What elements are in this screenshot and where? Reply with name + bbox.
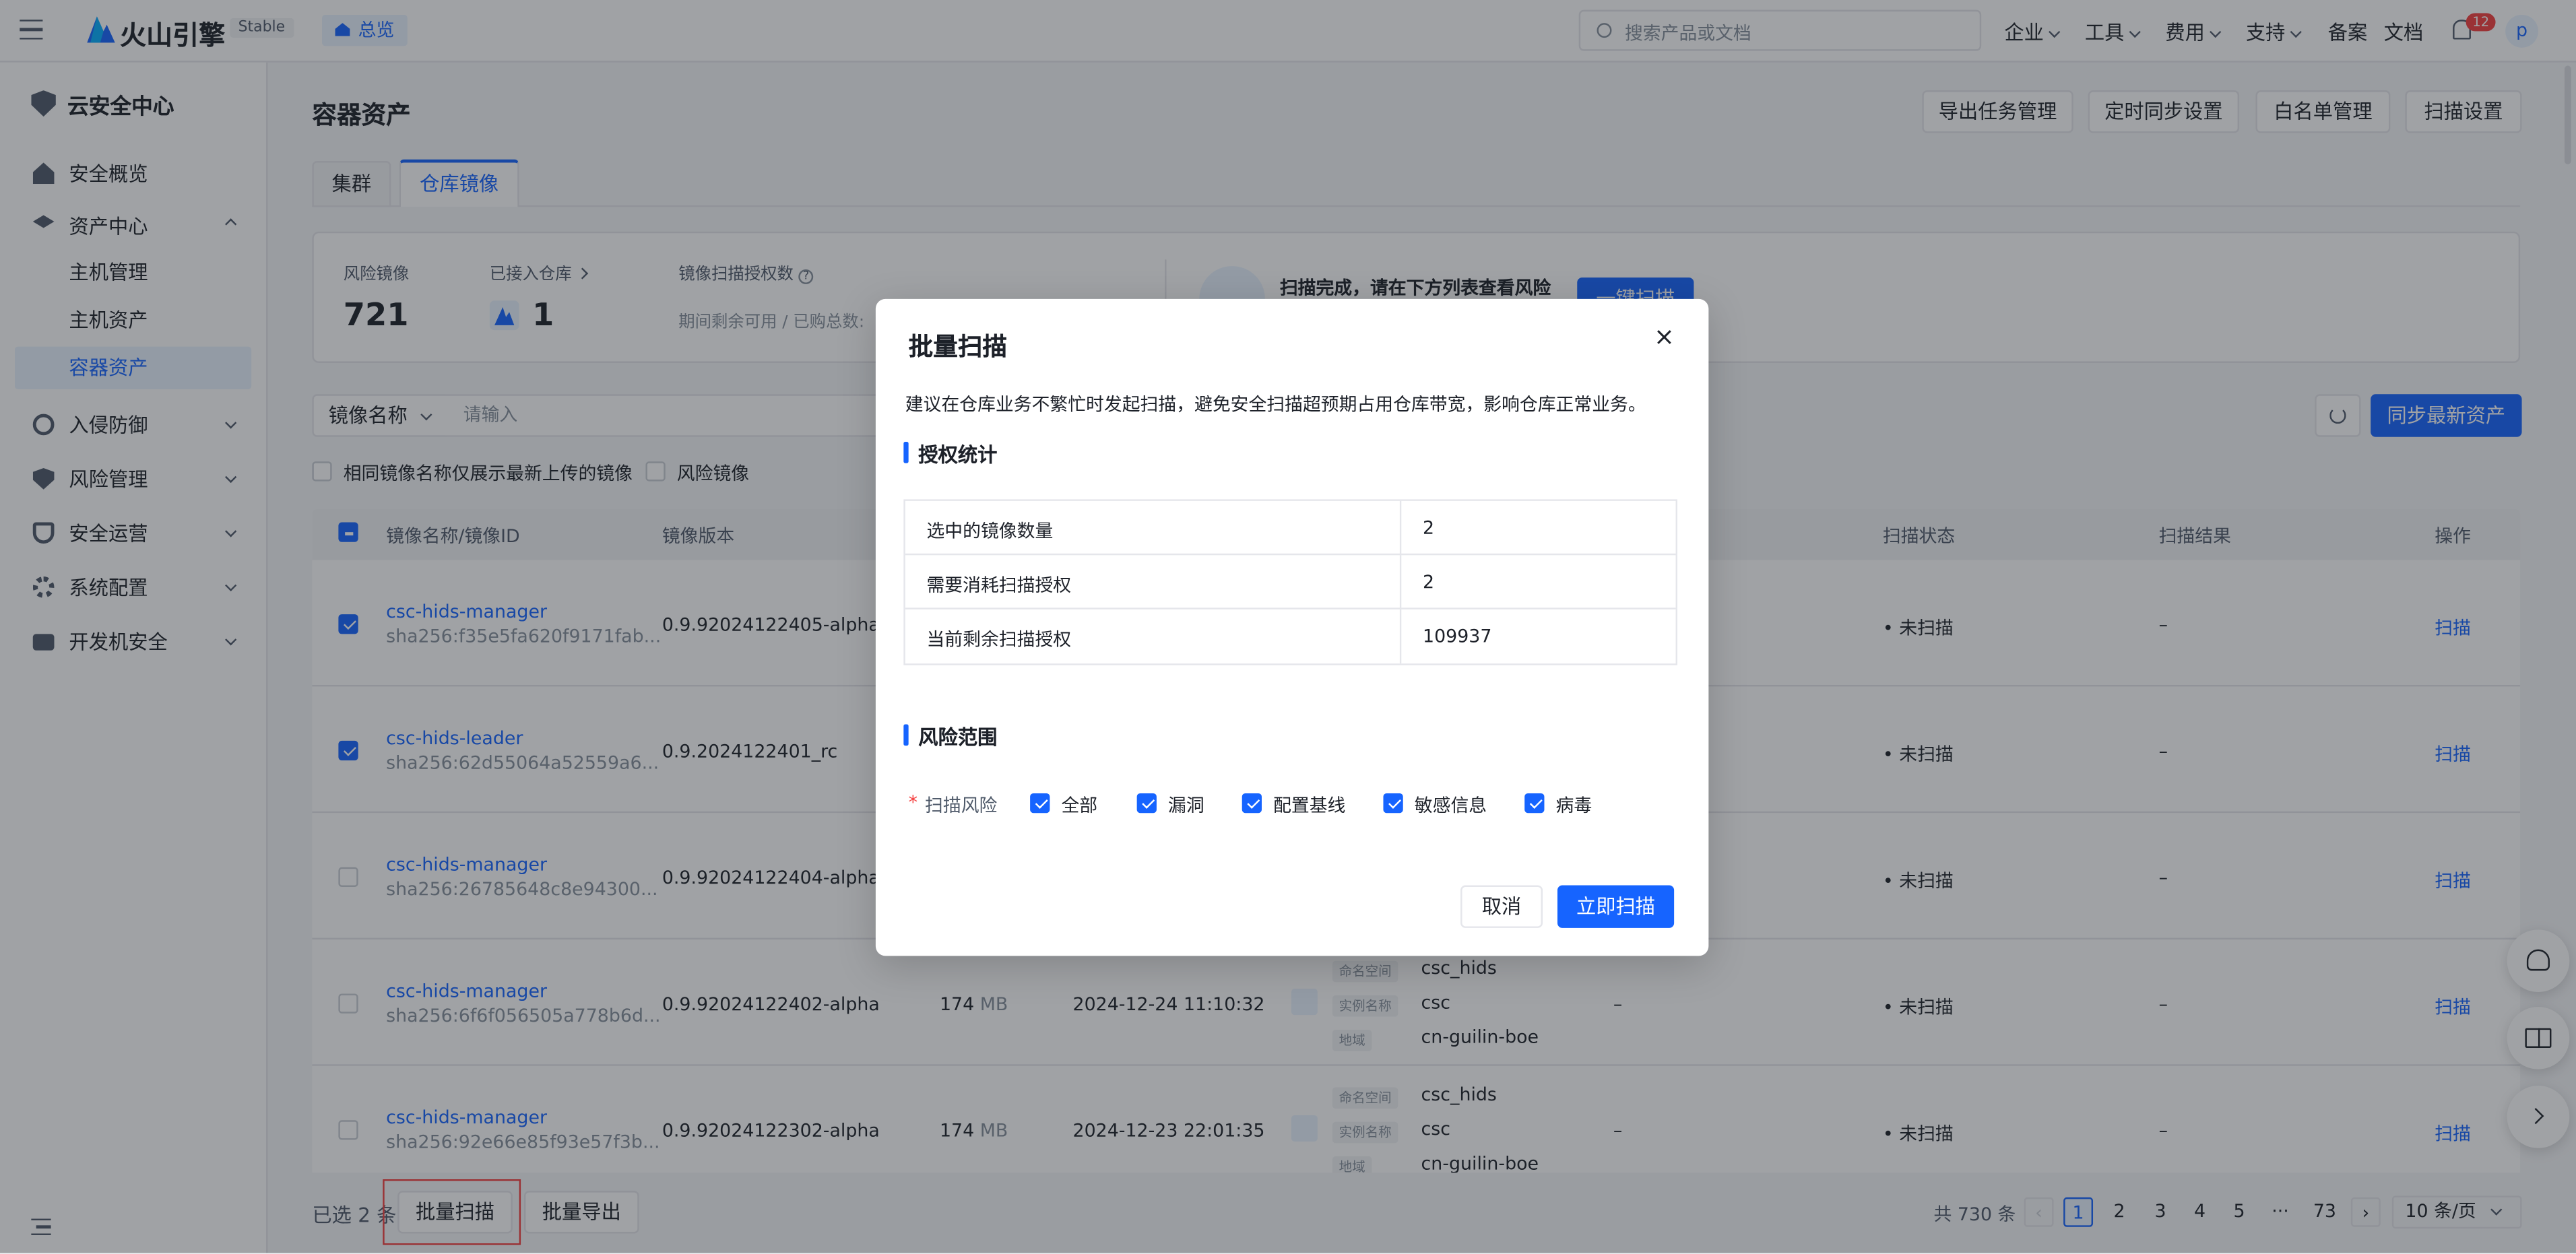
auth-value: 109937 bbox=[1423, 626, 1492, 647]
table-row: 需要消耗扫描授权 2 bbox=[905, 555, 1676, 609]
auth-key: 当前剩余扫描授权 bbox=[926, 629, 1072, 651]
risk-virus-checkbox[interactable] bbox=[1524, 793, 1545, 814]
risk-sensitive-checkbox[interactable] bbox=[1383, 793, 1403, 814]
auth-value: 2 bbox=[1423, 571, 1435, 593]
risk-all-checkbox[interactable] bbox=[1030, 793, 1050, 814]
scan-risk-label: 扫描风险 bbox=[925, 795, 998, 817]
cancel-button[interactable]: 取消 bbox=[1460, 885, 1543, 928]
auth-value: 2 bbox=[1423, 517, 1435, 539]
auth-stats-table: 选中的镜像数量 2 需要消耗扫描授权 2 当前剩余扫描授权 109937 bbox=[903, 499, 1678, 665]
batch-scan-dialog: 批量扫描 × 建议在仓库业务不繁忙时发起扫描，避免安全扫描超预期占用仓库带宽，影… bbox=[875, 298, 1709, 956]
risk-sensitive-label[interactable]: 敏感信息 bbox=[1415, 792, 1487, 818]
auth-key: 需要消耗扫描授权 bbox=[926, 574, 1072, 597]
auth-key: 选中的镜像数量 bbox=[926, 521, 1054, 542]
risk-scope-title: 风险范围 bbox=[903, 723, 997, 750]
risk-vuln-checkbox[interactable] bbox=[1136, 793, 1157, 814]
risk-virus-label[interactable]: 病毒 bbox=[1556, 792, 1592, 818]
close-icon[interactable]: × bbox=[1652, 325, 1675, 350]
table-row: 选中的镜像数量 2 bbox=[905, 500, 1676, 556]
dialog-description: 建议在仓库业务不繁忙时发起扫描，避免安全扫描超预期占用仓库带宽，影响仓库正常业务… bbox=[905, 394, 1646, 416]
dialog-title: 批量扫描 bbox=[908, 331, 1008, 362]
table-row: 当前剩余扫描授权 109937 bbox=[905, 609, 1676, 664]
auth-stats-title: 授权统计 bbox=[903, 440, 997, 468]
risk-vuln-label[interactable]: 漏洞 bbox=[1168, 792, 1204, 818]
scan-now-button[interactable]: 立即扫描 bbox=[1557, 885, 1675, 928]
risk-baseline-checkbox[interactable] bbox=[1242, 793, 1262, 814]
risk-baseline-label[interactable]: 配置基线 bbox=[1273, 792, 1345, 818]
required-mark: * bbox=[908, 791, 918, 814]
risk-all-label[interactable]: 全部 bbox=[1061, 792, 1097, 818]
